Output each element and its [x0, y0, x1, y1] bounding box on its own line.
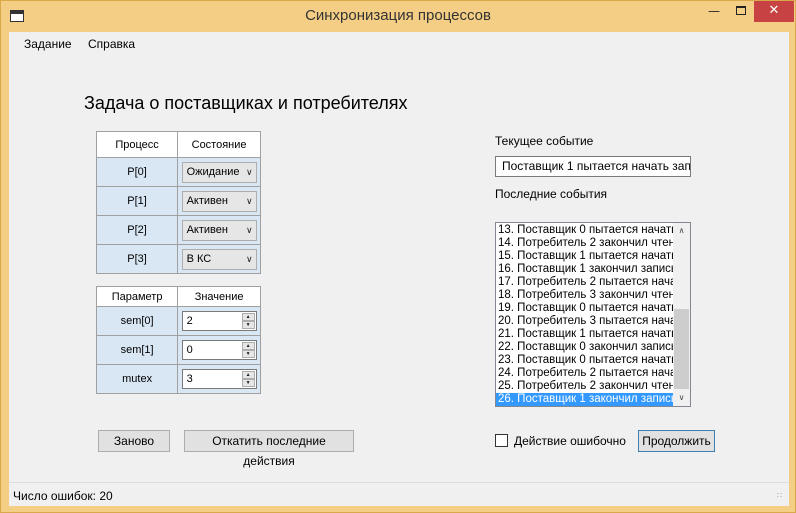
value-column-header: Значение — [177, 286, 261, 307]
restart-button[interactable]: Заново — [98, 430, 170, 452]
param-value: 2 — [186, 315, 193, 327]
process-name: P[0] — [95, 157, 179, 187]
state-value: В КС — [186, 252, 212, 265]
client-area: Задание Справка Задача о поставщиках и п… — [9, 32, 789, 506]
scroll-up-icon[interactable]: ∧ — [673, 223, 690, 239]
current-event-label: Текущее событие — [495, 134, 594, 148]
recent-events-list[interactable]: 13. Поставщик 0 пытается начать запись14… — [495, 222, 691, 407]
list-item[interactable]: 17. Потребитель 2 пытается начать чтение — [496, 276, 673, 289]
list-item[interactable]: 14. Потребитель 2 закончил чтение — [496, 237, 673, 250]
state-value: Активен — [186, 194, 228, 207]
chevron-down-icon: ∨ — [245, 224, 253, 235]
current-event-field[interactable]: Поставщик 1 пытается начать запись — [495, 156, 691, 177]
stepper-up-icon[interactable]: ▲ — [241, 371, 255, 379]
param-name: sem[1] — [95, 335, 179, 365]
list-item[interactable]: 16. Поставщик 1 закончил запись — [496, 263, 673, 276]
table-row: P[3] В КС ∨ — [95, 244, 261, 274]
list-item[interactable]: 13. Поставщик 0 пытается начать запись — [496, 224, 673, 237]
list-item[interactable]: 22. Поставщик 0 закончил запись — [496, 341, 673, 354]
resize-grip-icon[interactable]: ∷ — [777, 492, 787, 503]
list-item[interactable]: 24. Потребитель 2 пытается начать чтение — [496, 367, 673, 380]
minimize-icon: — — [708, 4, 720, 18]
error-action-checkbox[interactable] — [495, 434, 508, 447]
list-item[interactable]: 26. Поставщик 1 закончил запись — [496, 393, 673, 406]
menu-help[interactable]: Справка — [88, 37, 135, 51]
maximize-icon — [736, 6, 746, 15]
stepper-up-icon[interactable]: ▲ — [241, 313, 255, 321]
list-item[interactable]: 21. Поставщик 1 пытается начать запись — [496, 328, 673, 341]
list-item[interactable]: 15. Поставщик 1 пытается начать запись — [496, 250, 673, 263]
state-column-header: Состояние — [177, 131, 261, 158]
mutex-stepper[interactable]: 3 ▲ ▼ — [181, 369, 257, 389]
state-value: Ожидание — [186, 165, 240, 178]
event-items: 13. Поставщик 0 пытается начать запись14… — [496, 224, 673, 406]
stepper-down-icon[interactable]: ▼ — [241, 321, 255, 329]
process-name: P[3] — [95, 244, 179, 274]
menu-bar: Задание Справка — [9, 32, 789, 54]
param-value: 3 — [186, 373, 193, 385]
stepper-down-icon[interactable]: ▼ — [241, 379, 255, 387]
sem1-stepper[interactable]: 0 ▲ ▼ — [181, 340, 257, 360]
chevron-down-icon: ∨ — [245, 166, 253, 177]
window-title: Синхронизация процессов — [305, 7, 491, 24]
process-table: Процесс Состояние P[0] Ожидание ∨ P[1] Ак… — [95, 131, 261, 274]
param-name: sem[0] — [95, 306, 179, 336]
list-item[interactable]: 23. Поставщик 0 пытается начать запись — [496, 354, 673, 367]
error-action-label: Действие ошибочно — [514, 434, 626, 448]
stepper-up-icon[interactable]: ▲ — [241, 342, 255, 350]
stepper-down-icon[interactable]: ▼ — [241, 350, 255, 358]
error-count: Число ошибок: 20 — [13, 489, 113, 503]
title-bar[interactable]: Синхронизация процессов — ✕ — [1, 1, 795, 32]
table-row: P[0] Ожидание ∨ — [95, 157, 261, 187]
table-row: P[2] Активен ∨ — [95, 215, 261, 245]
recent-events-label: Последние события — [495, 187, 608, 201]
process-column-header: Процесс — [95, 131, 179, 158]
chevron-down-icon: ∨ — [245, 253, 253, 264]
scroll-thumb[interactable] — [674, 309, 689, 389]
close-icon: ✕ — [768, 3, 780, 18]
param-name: mutex — [95, 364, 179, 394]
param-table: Параметр Значение sem[0] 2 ▲ ▼ sem[1] 0 ▲ ▼ … — [95, 286, 261, 394]
maximize-button[interactable] — [728, 1, 754, 22]
minimize-button[interactable]: — — [700, 1, 728, 22]
state-combo-p2[interactable]: Активен ∨ — [181, 219, 257, 241]
state-combo-p3[interactable]: В КС ∨ — [181, 248, 257, 270]
process-name: P[1] — [95, 186, 179, 216]
task-title: Задача о поставщиках и потребителях — [84, 93, 408, 113]
list-item[interactable]: 18. Потребитель 3 закончил чтение — [496, 289, 673, 302]
state-combo-p1[interactable]: Активен ∨ — [181, 190, 257, 212]
scroll-down-icon[interactable]: ∨ — [673, 390, 690, 406]
list-scrollbar[interactable]: ∧ ∨ — [673, 223, 690, 406]
close-button[interactable]: ✕ — [754, 1, 794, 22]
table-row: mutex 3 ▲ ▼ — [95, 364, 261, 394]
status-bar: Число ошибок: 20 ∷ — [9, 482, 789, 506]
undo-button[interactable]: Откатить последние действия — [184, 430, 354, 468]
continue-button[interactable]: Продолжить — [638, 430, 715, 452]
list-item[interactable]: 25. Потребитель 2 закончил чтение — [496, 380, 673, 393]
table-row: sem[1] 0 ▲ ▼ — [95, 335, 261, 365]
sem0-stepper[interactable]: 2 ▲ ▼ — [181, 311, 257, 331]
chevron-down-icon: ∨ — [245, 195, 253, 206]
state-value: Активен — [186, 223, 228, 236]
process-name: P[2] — [95, 215, 179, 245]
list-item[interactable]: 19. Поставщик 0 пытается начать запись — [496, 302, 673, 315]
param-value: 0 — [186, 344, 193, 356]
table-row: P[1] Активен ∨ — [95, 186, 261, 216]
menu-task[interactable]: Задание — [24, 37, 72, 51]
list-item[interactable]: 20. Потребитель 3 пытается начать чтение — [496, 315, 673, 328]
param-column-header: Параметр — [95, 286, 179, 307]
state-combo-p0[interactable]: Ожидание ∨ — [181, 161, 257, 183]
table-row: sem[0] 2 ▲ ▼ — [95, 306, 261, 336]
app-window: Синхронизация процессов — ✕ Задание Спра… — [0, 0, 796, 513]
